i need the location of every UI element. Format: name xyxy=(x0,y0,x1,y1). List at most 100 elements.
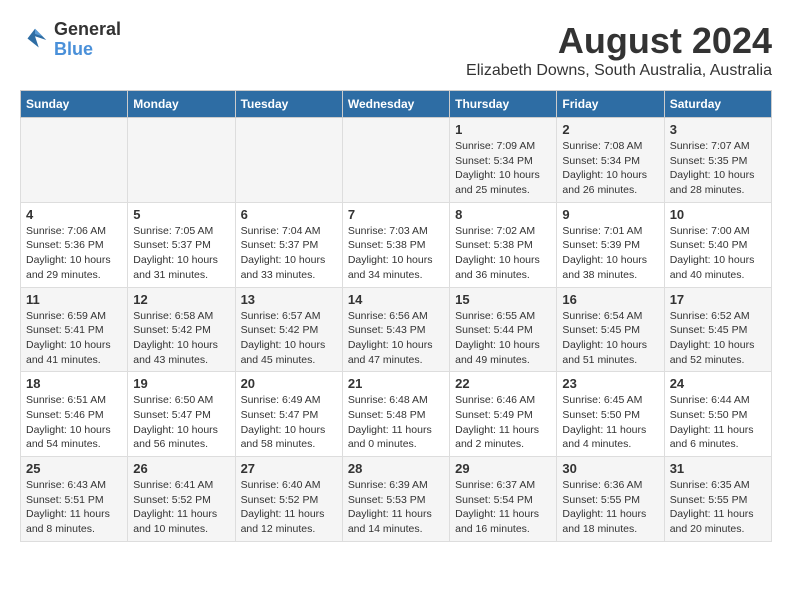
day-number: 1 xyxy=(455,122,551,137)
calendar-cell: 3 Sunrise: 7:07 AMSunset: 5:35 PMDaylight… xyxy=(664,118,771,203)
calendar-cell: 5 Sunrise: 7:05 AMSunset: 5:37 PMDaylight… xyxy=(128,202,235,287)
calendar-week-4: 18Sunrise: 6:51 AMSunset: 5:46 PMDayligh… xyxy=(21,372,772,457)
day-info: Sunrise: 7:03 AMSunset: 5:38 PMDaylight:… xyxy=(348,224,444,283)
day-number: 24 xyxy=(670,376,766,391)
calendar-cell: 25 Sunrise: 6:43 AMSunset: 5:51 PMDayligh… xyxy=(21,457,128,542)
calendar-cell: 22Sunrise: 6:46 AMSunset: 5:49 PMDayligh… xyxy=(450,372,557,457)
calendar-cell: 28 Sunrise: 6:39 AMSunset: 5:53 PMDayligh… xyxy=(342,457,449,542)
day-number: 10 xyxy=(670,207,766,222)
calendar-cell: 19 Sunrise: 6:50 AMSunset: 5:47 PMDayligh… xyxy=(128,372,235,457)
calendar-cell: 18Sunrise: 6:51 AMSunset: 5:46 PMDayligh… xyxy=(21,372,128,457)
day-info: Sunrise: 7:00 AMSunset: 5:40 PMDaylight:… xyxy=(670,224,766,283)
day-info: Sunrise: 7:08 AMSunset: 5:34 PMDaylight:… xyxy=(562,139,658,198)
day-info: Sunrise: 6:40 AMSunset: 5:52 PMDaylight:… xyxy=(241,478,337,537)
day-number: 2 xyxy=(562,122,658,137)
calendar-cell: 21Sunrise: 6:48 AMSunset: 5:48 PMDayligh… xyxy=(342,372,449,457)
day-info: Sunrise: 6:51 AMSunset: 5:46 PMDaylight:… xyxy=(26,393,122,452)
calendar-cell: 17 Sunrise: 6:52 AMSunset: 5:45 PMDayligh… xyxy=(664,287,771,372)
header-thursday: Thursday xyxy=(450,91,557,118)
day-info: Sunrise: 7:07 AMSunset: 5:35 PMDaylight:… xyxy=(670,139,766,198)
day-info: Sunrise: 7:02 AMSunset: 5:38 PMDaylight:… xyxy=(455,224,551,283)
day-number: 17 xyxy=(670,292,766,307)
day-number: 31 xyxy=(670,461,766,476)
day-number: 23 xyxy=(562,376,658,391)
header-friday: Friday xyxy=(557,91,664,118)
day-info: Sunrise: 6:59 AMSunset: 5:41 PMDaylight:… xyxy=(26,309,122,368)
day-info: Sunrise: 6:52 AMSunset: 5:45 PMDaylight:… xyxy=(670,309,766,368)
calendar-cell: 24 Sunrise: 6:44 AMSunset: 5:50 PMDayligh… xyxy=(664,372,771,457)
day-number: 20 xyxy=(241,376,337,391)
calendar-week-3: 11 Sunrise: 6:59 AMSunset: 5:41 PMDayligh… xyxy=(21,287,772,372)
header-sunday: Sunday xyxy=(21,91,128,118)
day-info: Sunrise: 6:39 AMSunset: 5:53 PMDaylight:… xyxy=(348,478,444,537)
day-number: 9 xyxy=(562,207,658,222)
calendar-cell: 14Sunrise: 6:56 AMSunset: 5:43 PMDayligh… xyxy=(342,287,449,372)
day-info: Sunrise: 6:36 AMSunset: 5:55 PMDaylight:… xyxy=(562,478,658,537)
day-info: Sunrise: 6:37 AMSunset: 5:54 PMDaylight:… xyxy=(455,478,551,537)
calendar-cell: 30 Sunrise: 6:36 AMSunset: 5:55 PMDayligh… xyxy=(557,457,664,542)
day-info: Sunrise: 6:45 AMSunset: 5:50 PMDaylight:… xyxy=(562,393,658,452)
day-number: 28 xyxy=(348,461,444,476)
header-saturday: Saturday xyxy=(664,91,771,118)
calendar-cell: 9Sunrise: 7:01 AMSunset: 5:39 PMDaylight… xyxy=(557,202,664,287)
calendar-cell xyxy=(128,118,235,203)
calendar-cell xyxy=(235,118,342,203)
day-number: 11 xyxy=(26,292,122,307)
day-info: Sunrise: 6:35 AMSunset: 5:55 PMDaylight:… xyxy=(670,478,766,537)
calendar-cell xyxy=(342,118,449,203)
day-info: Sunrise: 7:06 AMSunset: 5:36 PMDaylight:… xyxy=(26,224,122,283)
header-monday: Monday xyxy=(128,91,235,118)
day-number: 5 xyxy=(133,207,229,222)
day-number: 13 xyxy=(241,292,337,307)
page-header: General Blue August 2024 Elizabeth Downs… xyxy=(20,20,772,80)
day-info: Sunrise: 6:49 AMSunset: 5:47 PMDaylight:… xyxy=(241,393,337,452)
calendar-cell: 10 Sunrise: 7:00 AMSunset: 5:40 PMDayligh… xyxy=(664,202,771,287)
day-number: 30 xyxy=(562,461,658,476)
title-block: August 2024 Elizabeth Downs, South Austr… xyxy=(466,20,772,80)
calendar-cell: 12 Sunrise: 6:58 AMSunset: 5:42 PMDayligh… xyxy=(128,287,235,372)
header-wednesday: Wednesday xyxy=(342,91,449,118)
calendar-cell: 4Sunrise: 7:06 AMSunset: 5:36 PMDaylight… xyxy=(21,202,128,287)
calendar-week-5: 25 Sunrise: 6:43 AMSunset: 5:51 PMDayligh… xyxy=(21,457,772,542)
subtitle: Elizabeth Downs, South Australia, Austra… xyxy=(466,62,772,80)
day-info: Sunrise: 7:05 AMSunset: 5:37 PMDaylight:… xyxy=(133,224,229,283)
calendar-week-1: 1 Sunrise: 7:09 AMSunset: 5:34 PMDaylight… xyxy=(21,118,772,203)
day-number: 19 xyxy=(133,376,229,391)
calendar-table: Sunday Monday Tuesday Wednesday Thursday… xyxy=(20,90,772,542)
day-info: Sunrise: 6:58 AMSunset: 5:42 PMDaylight:… xyxy=(133,309,229,368)
day-number: 3 xyxy=(670,122,766,137)
logo-icon xyxy=(20,25,50,55)
calendar-cell: 13Sunrise: 6:57 AMSunset: 5:42 PMDayligh… xyxy=(235,287,342,372)
calendar-cell: 29Sunrise: 6:37 AMSunset: 5:54 PMDayligh… xyxy=(450,457,557,542)
calendar-cell: 27 Sunrise: 6:40 AMSunset: 5:52 PMDayligh… xyxy=(235,457,342,542)
day-info: Sunrise: 6:55 AMSunset: 5:44 PMDaylight:… xyxy=(455,309,551,368)
day-info: Sunrise: 6:41 AMSunset: 5:52 PMDaylight:… xyxy=(133,478,229,537)
calendar-cell: 15Sunrise: 6:55 AMSunset: 5:44 PMDayligh… xyxy=(450,287,557,372)
day-number: 7 xyxy=(348,207,444,222)
calendar-body: 1 Sunrise: 7:09 AMSunset: 5:34 PMDaylight… xyxy=(21,118,772,542)
calendar-cell: 8 Sunrise: 7:02 AMSunset: 5:38 PMDaylight… xyxy=(450,202,557,287)
calendar-cell: 26Sunrise: 6:41 AMSunset: 5:52 PMDayligh… xyxy=(128,457,235,542)
calendar-header: Sunday Monday Tuesday Wednesday Thursday… xyxy=(21,91,772,118)
day-info: Sunrise: 6:44 AMSunset: 5:50 PMDaylight:… xyxy=(670,393,766,452)
day-info: Sunrise: 7:09 AMSunset: 5:34 PMDaylight:… xyxy=(455,139,551,198)
day-info: Sunrise: 6:46 AMSunset: 5:49 PMDaylight:… xyxy=(455,393,551,452)
calendar-cell: 23 Sunrise: 6:45 AMSunset: 5:50 PMDayligh… xyxy=(557,372,664,457)
day-number: 25 xyxy=(26,461,122,476)
day-number: 16 xyxy=(562,292,658,307)
day-info: Sunrise: 6:43 AMSunset: 5:51 PMDaylight:… xyxy=(26,478,122,537)
calendar-cell: 16Sunrise: 6:54 AMSunset: 5:45 PMDayligh… xyxy=(557,287,664,372)
calendar-cell: 20 Sunrise: 6:49 AMSunset: 5:47 PMDayligh… xyxy=(235,372,342,457)
day-number: 8 xyxy=(455,207,551,222)
day-info: Sunrise: 6:50 AMSunset: 5:47 PMDaylight:… xyxy=(133,393,229,452)
calendar-cell: 6Sunrise: 7:04 AMSunset: 5:37 PMDaylight… xyxy=(235,202,342,287)
calendar-cell xyxy=(21,118,128,203)
day-number: 12 xyxy=(133,292,229,307)
logo-text: General Blue xyxy=(54,20,121,60)
main-title: August 2024 xyxy=(466,20,772,62)
calendar-cell: 11 Sunrise: 6:59 AMSunset: 5:41 PMDayligh… xyxy=(21,287,128,372)
header-tuesday: Tuesday xyxy=(235,91,342,118)
header-row: Sunday Monday Tuesday Wednesday Thursday… xyxy=(21,91,772,118)
day-number: 6 xyxy=(241,207,337,222)
day-number: 27 xyxy=(241,461,337,476)
